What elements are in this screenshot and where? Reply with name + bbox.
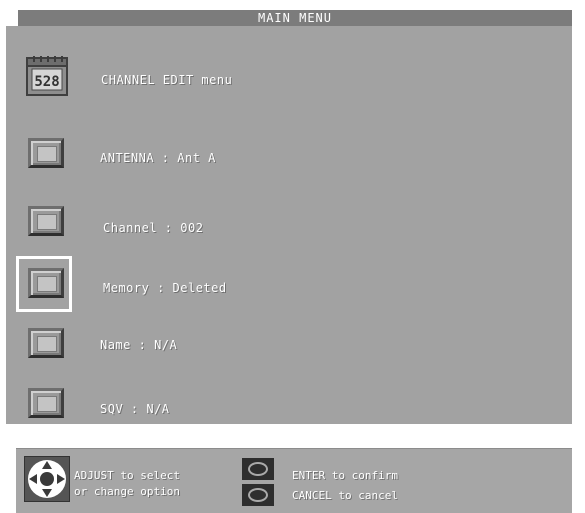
menu-item-channel[interactable]: Channel : 002 — [6, 202, 572, 246]
enter-hint: ENTER to confirm — [292, 469, 398, 482]
enter-button-icon[interactable] — [242, 458, 274, 480]
channel-edit-icon-text: 528 — [34, 74, 59, 90]
square-button-icon — [28, 138, 64, 168]
navigation-pad[interactable] — [24, 456, 70, 502]
channel-edit-label: CHANNEL EDIT menu — [101, 73, 233, 87]
footer-hints: ADJUST to select or change option ENTER … — [16, 448, 572, 513]
menu-item-name[interactable]: Name : N/A — [6, 324, 572, 368]
sqv-label: SQV : N/A — [100, 402, 170, 416]
square-button-icon — [28, 328, 64, 358]
square-button-icon — [28, 268, 64, 298]
menu-item-antenna[interactable]: ANTENNA : Ant A — [6, 134, 572, 178]
antenna-label: ANTENNA : Ant A — [100, 151, 216, 165]
menu-item-sqv[interactable]: SQV : N/A — [6, 384, 572, 428]
menu-item-channel-edit[interactable]: 528 CHANNEL EDIT menu — [6, 54, 572, 98]
adjust-hint-line1: ADJUST to select — [74, 469, 180, 482]
main-menu-panel: 528 CHANNEL EDIT menu ANTENNA : Ant A Ch… — [6, 26, 572, 424]
cancel-button-icon[interactable] — [242, 484, 274, 506]
name-label: Name : N/A — [100, 338, 178, 352]
separator — [0, 424, 585, 448]
square-button-icon — [28, 388, 64, 418]
direction-pad-icon — [28, 460, 66, 498]
square-button-icon — [28, 206, 64, 236]
adjust-hint-line2: or change option — [74, 485, 180, 498]
channel-label: Channel : 002 — [103, 221, 204, 235]
menu-title: MAIN MENU — [18, 10, 572, 26]
menu-item-memory[interactable]: Memory : Deleted — [6, 262, 572, 306]
calendar-icon: 528 — [26, 56, 68, 96]
cancel-hint: CANCEL to cancel — [292, 489, 398, 502]
memory-label: Memory : Deleted — [103, 281, 227, 295]
